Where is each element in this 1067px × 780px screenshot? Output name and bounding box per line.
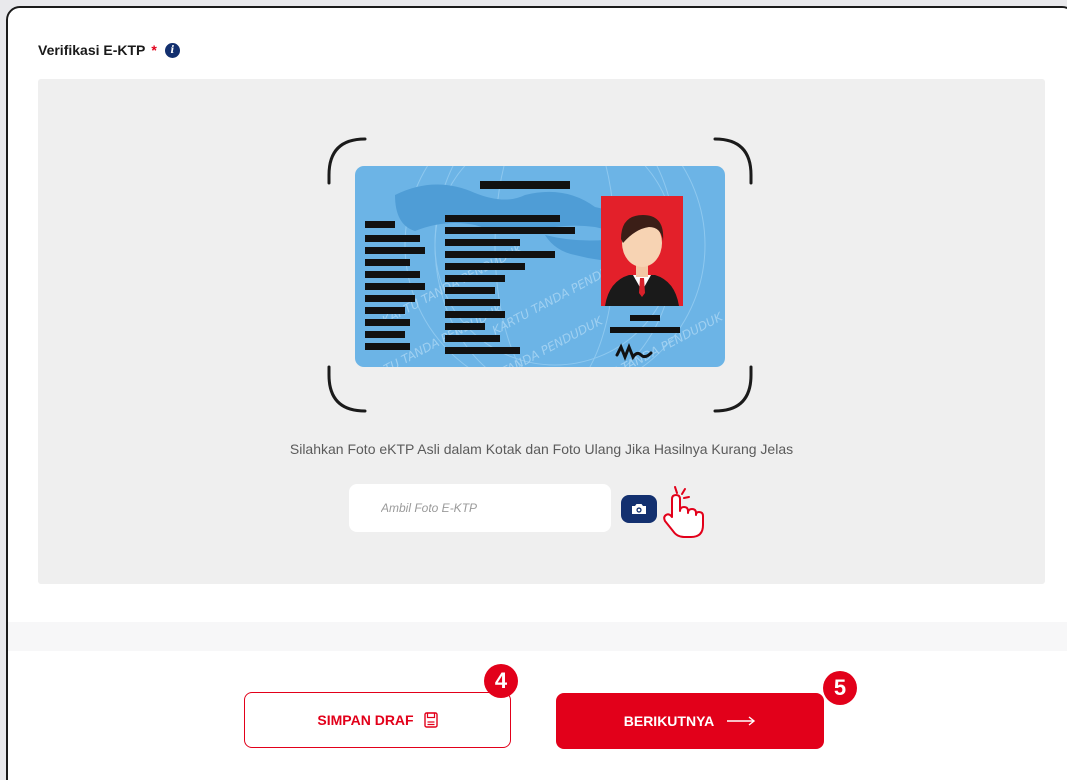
info-icon[interactable]: i [164, 42, 180, 58]
save-icon [423, 712, 438, 728]
camera-icon [632, 504, 646, 514]
ktp-photo-input[interactable] [349, 484, 611, 532]
verification-card: Verifikasi E-KTP * i KARTU TANDA PENDUDU… [8, 8, 1067, 622]
page-frame: Verifikasi E-KTP * i KARTU TANDA PENDUDU… [6, 6, 1067, 780]
ktp-upload-area: KARTU TANDA PENDUDUK KARTU TANDA PENDUDU… [38, 79, 1045, 584]
next-button[interactable]: BERIKUTNYA [556, 693, 824, 749]
save-draft-button[interactable]: SIMPAN DRAF [244, 692, 511, 748]
ktp-photo [601, 196, 683, 306]
save-draft-label: SIMPAN DRAF [317, 712, 414, 728]
footer-bar [8, 651, 1067, 780]
take-photo-button[interactable] [621, 495, 657, 523]
ktp-instruction-text: Silahkan Foto eKTP Asli dalam Kotak dan … [289, 441, 794, 457]
section-title: Verifikasi E-KTP * i [38, 42, 180, 58]
arrow-right-icon [727, 716, 756, 726]
pointer-hand-icon [663, 486, 704, 538]
next-label: BERIKUTNYA [623, 713, 715, 729]
step-badge-next: 5 [823, 671, 857, 705]
required-mark: * [151, 42, 157, 58]
ktp-card-illustration: KARTU TANDA PENDUDUK KARTU TANDA PENDUDU… [327, 137, 753, 413]
scan-corner-bottom-right [713, 365, 753, 413]
section-title-text: Verifikasi E-KTP [38, 42, 146, 58]
step-badge-draft: 4 [484, 664, 518, 698]
scan-corner-bottom-left [327, 365, 367, 413]
